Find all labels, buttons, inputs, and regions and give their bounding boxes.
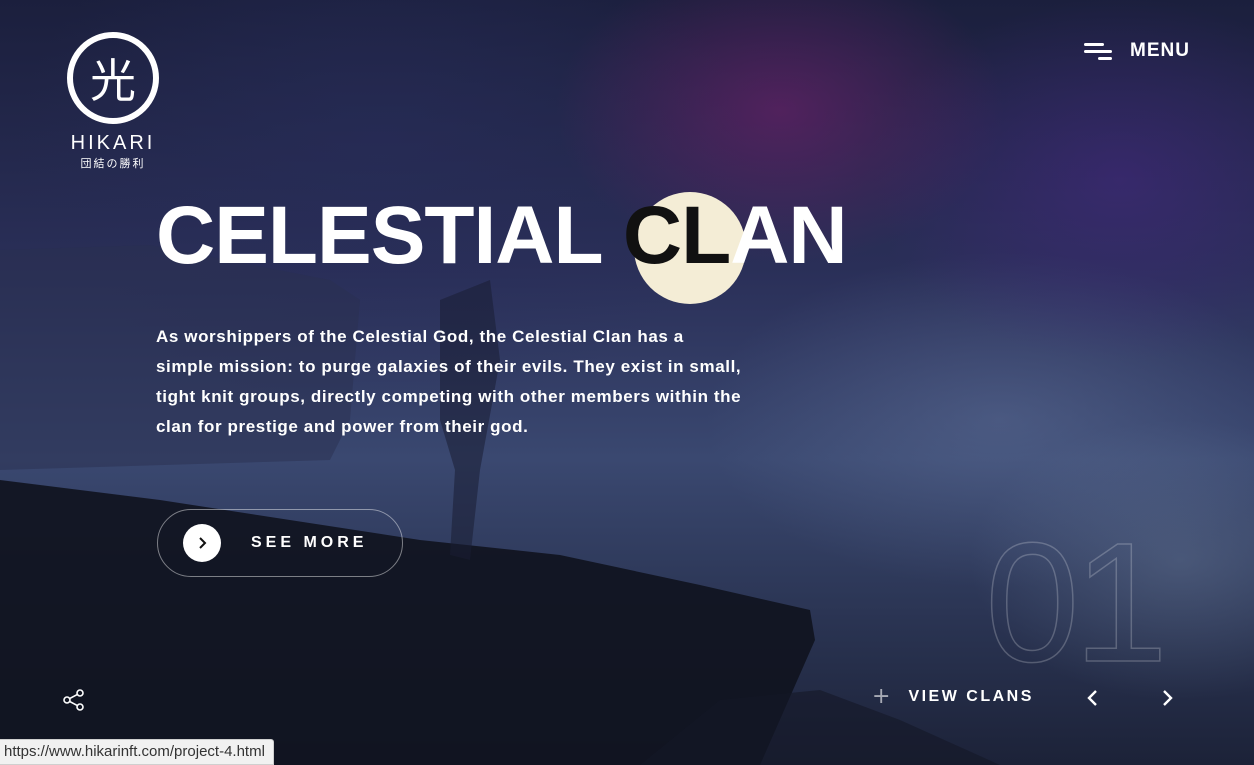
prev-slide-button[interactable] — [1082, 686, 1104, 710]
slide-number: 01 — [984, 508, 1169, 698]
menu-button[interactable]: MENU — [1084, 40, 1190, 62]
title-rest: AN — [730, 190, 847, 281]
chevron-right-icon — [1163, 690, 1173, 706]
status-bar-url: https://www.hikarinft.com/project-4.html — [0, 739, 274, 765]
see-more-button[interactable]: SEE MORE — [157, 509, 403, 577]
see-more-label: SEE MORE — [251, 534, 368, 551]
plus-icon: + — [872, 684, 891, 709]
title-accent: CL — [622, 190, 731, 281]
chevron-right-icon — [183, 524, 221, 562]
clan-description: As worshippers of the Celestial God, the… — [156, 327, 742, 436]
brand-logo[interactable]: 光 HIKARI 団結の勝利 — [60, 32, 166, 171]
logo-glyph: 光 — [90, 54, 136, 108]
hero-slide: 光 HIKARI 団結の勝利 MENU CELESTIAL CLAN As wo… — [0, 0, 1254, 765]
view-clans-link[interactable]: + VIEW CLANS — [872, 686, 1034, 708]
view-clans-label: VIEW CLANS — [908, 688, 1034, 705]
logo-emblem: 光 — [67, 32, 159, 124]
next-slide-button[interactable] — [1156, 686, 1178, 710]
chevron-left-icon — [1087, 690, 1097, 706]
menu-label: MENU — [1130, 40, 1190, 61]
title-main: CELESTIAL — [156, 190, 623, 281]
page-title: CELESTIAL CLAN — [156, 188, 848, 284]
logo-name: HIKARI — [70, 132, 156, 154]
logo-subtitle: 団結の勝利 — [80, 157, 146, 170]
hamburger-menu-icon — [1084, 41, 1113, 61]
share-icon[interactable] — [62, 688, 86, 712]
